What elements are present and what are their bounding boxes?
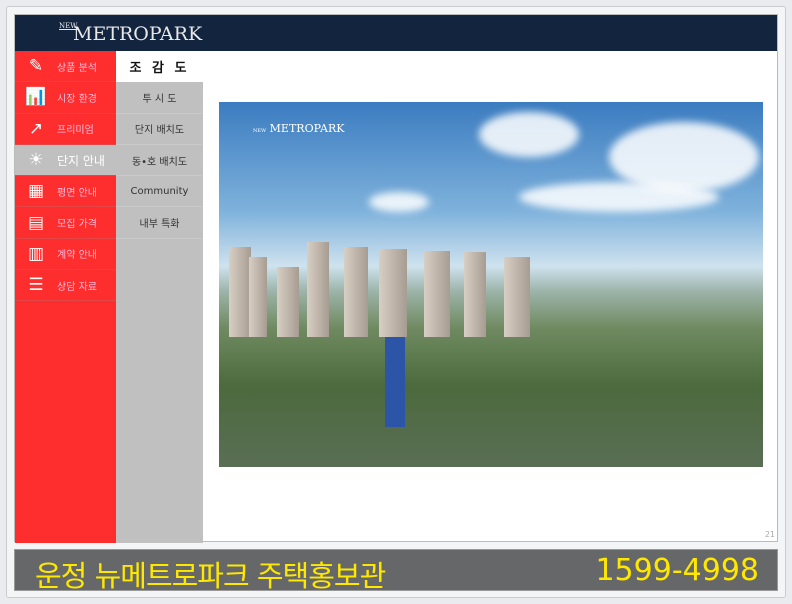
logo-new: NEW bbox=[59, 22, 78, 30]
sidebar-item-label: 상품 분석 bbox=[57, 62, 97, 74]
banner-title: 운정 뉴메트로파크 주택홍보관 bbox=[35, 559, 386, 593]
photo-logo: NEW METROPARK bbox=[253, 122, 345, 135]
birdseye-image: NEW METROPARK bbox=[219, 102, 763, 467]
pen-paper-icon: ✎ bbox=[28, 56, 44, 77]
header: NEW METROPARK bbox=[15, 15, 777, 51]
presentation-page: NEW METROPARK ✎ 상품 분석 📊 시장 환경 ↗ 프리미엄 ☀ 단지 안내 … bbox=[14, 14, 778, 543]
sidebar-item-label: 프리미엄 bbox=[57, 125, 94, 137]
subnav-item-unit-plan[interactable]: 동•호 배치도 bbox=[116, 145, 203, 177]
price-table-icon: ▤ bbox=[27, 212, 45, 233]
sidebar-item-complex-info[interactable]: ☀ 단지 안내 bbox=[15, 144, 116, 177]
sidebar-item-label: 계약 안내 bbox=[57, 250, 97, 262]
chart-search-icon: 📊 bbox=[25, 87, 47, 108]
banner-phone: 1599-4998 bbox=[595, 553, 759, 588]
subnav-item-perspective[interactable]: 투 시 도 bbox=[116, 82, 203, 114]
subnav-item-interior[interactable]: 내부 특화 bbox=[116, 207, 203, 239]
sidebar-item-label: 평면 안내 bbox=[57, 187, 97, 199]
notepad-icon: ☰ bbox=[28, 275, 44, 296]
subnav-item-site-plan[interactable]: 단지 배치도 bbox=[116, 114, 203, 145]
footer-banner: 운정 뉴메트로파크 주택홍보관 1599-4998 bbox=[14, 549, 778, 593]
sidebar-item-product-analysis[interactable]: ✎ 상품 분석 bbox=[15, 51, 116, 83]
sidebar: ✎ 상품 분석 📊 시장 환경 ↗ 프리미엄 ☀ 단지 안내 ▦ 평면 안내 ▤ 모집 가격… bbox=[15, 51, 116, 543]
sidebar-item-floorplan[interactable]: ▦ 평면 안내 bbox=[15, 176, 116, 208]
sidebar-item-label: 모집 가격 bbox=[57, 219, 97, 231]
sidebar-item-label: 단지 안내 bbox=[57, 153, 105, 168]
floorplan-icon: ▦ bbox=[27, 181, 45, 202]
subnav-item-birdseye[interactable]: 조 감 도 bbox=[116, 51, 203, 83]
metropark-logo: NEW METROPARK bbox=[59, 22, 203, 45]
calendar-icon: ▥ bbox=[27, 243, 45, 264]
sidebar-item-label: 상담 자료 bbox=[57, 281, 97, 293]
logo-text: METROPARK bbox=[73, 23, 203, 45]
growth-chart-icon: ↗ bbox=[28, 118, 44, 139]
sidebar-item-premium[interactable]: ↗ 프리미엄 bbox=[15, 114, 116, 145]
sidebar-item-label: 시장 환경 bbox=[57, 93, 97, 105]
sub-navigation: 조 감 도 투 시 도 단지 배치도 동•호 배치도 Community 내부 … bbox=[116, 51, 203, 543]
sidebar-item-consult[interactable]: ☰ 상담 자료 bbox=[15, 270, 116, 302]
sidebar-item-price[interactable]: ▤ 모집 가격 bbox=[15, 207, 116, 239]
sidebar-item-market[interactable]: 📊 시장 환경 bbox=[15, 82, 116, 114]
sidebar-item-contract[interactable]: ▥ 계약 안내 bbox=[15, 239, 116, 271]
person-building-icon: ☀ bbox=[28, 150, 44, 171]
subnav-item-community[interactable]: Community bbox=[116, 176, 203, 208]
page-number: 21 bbox=[764, 530, 775, 539]
